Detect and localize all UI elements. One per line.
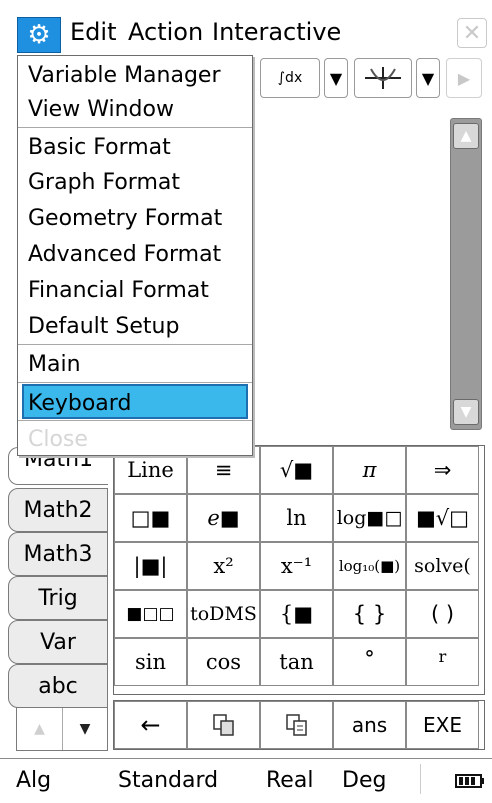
integral-dropdown-button[interactable]: ▼ bbox=[324, 58, 348, 98]
tab-label: Math2 bbox=[23, 497, 93, 523]
tab-math3[interactable]: Math3 bbox=[8, 532, 108, 576]
key-sqrt[interactable]: √■ bbox=[260, 446, 333, 494]
battery-icon bbox=[455, 773, 485, 789]
tab-label: Math3 bbox=[23, 541, 93, 567]
integral-button[interactable]: ∫dx bbox=[260, 58, 320, 98]
menu-separator bbox=[18, 420, 252, 421]
copy-glyph bbox=[212, 714, 234, 736]
toolbar: ∫dx ▼ ▼ ▶ bbox=[250, 58, 492, 108]
menu-item-keyboard[interactable]: Keyboard bbox=[22, 384, 248, 419]
menu-item-main[interactable]: Main bbox=[24, 347, 246, 382]
tab-label: Var bbox=[40, 629, 76, 655]
menu-edit[interactable]: Edit bbox=[70, 18, 116, 46]
bottom-key-row: ← ans EXE bbox=[113, 700, 485, 750]
status-mode[interactable]: Alg bbox=[16, 768, 51, 793]
key-dms[interactable]: ■□□ bbox=[114, 590, 187, 638]
vertical-scrollbar[interactable]: ▲ ▼ bbox=[450, 118, 482, 430]
tab-label: Trig bbox=[38, 585, 78, 611]
key-braces[interactable]: { } bbox=[333, 590, 406, 638]
key-reciprocal[interactable]: x⁻¹ bbox=[260, 542, 333, 590]
key-parens[interactable]: ( ) bbox=[406, 590, 479, 638]
tab-var[interactable]: Var bbox=[8, 620, 108, 664]
menu-bar: ⚙ Edit Action Interactive ✕ bbox=[0, 0, 492, 62]
menu-item-default-setup[interactable]: Default Setup bbox=[24, 309, 246, 344]
key-exe[interactable]: EXE bbox=[406, 701, 479, 749]
menu-item-close: Close bbox=[28, 427, 88, 452]
menu-separator bbox=[18, 382, 252, 383]
tab-label: abc bbox=[38, 673, 78, 699]
key-abs[interactable]: |■| bbox=[114, 542, 187, 590]
chevron-right-icon: ▶ bbox=[457, 68, 471, 88]
key-exp[interactable]: e■ bbox=[187, 494, 260, 542]
tab-abc[interactable]: abc bbox=[8, 664, 108, 708]
key-square[interactable]: x² bbox=[187, 542, 260, 590]
status-format[interactable]: Standard bbox=[118, 768, 218, 793]
menu-item-variable-manager[interactable]: Variable Manager bbox=[24, 58, 246, 93]
copy-icon[interactable] bbox=[187, 701, 260, 749]
chevron-up-icon[interactable]: ▲ bbox=[17, 708, 63, 750]
menu-item-basic-format[interactable]: Basic Format bbox=[24, 130, 246, 165]
key-grid: Line ≡ √■ π ⇒ □■ e■ ln log■□ ■√□ |■| x² … bbox=[113, 445, 485, 695]
key-log10[interactable]: log₁₀(■) bbox=[333, 542, 406, 590]
paste-glyph bbox=[285, 714, 307, 736]
menu-item-view-window[interactable]: View Window bbox=[24, 92, 246, 127]
key-nth-root[interactable]: ■√□ bbox=[406, 494, 479, 542]
menu-interactive[interactable]: Interactive bbox=[212, 18, 341, 46]
menu-item-financial-format[interactable]: Financial Format bbox=[24, 273, 246, 308]
status-number[interactable]: Real bbox=[266, 768, 313, 793]
graph-button[interactable] bbox=[354, 58, 412, 98]
key-radian[interactable]: r bbox=[406, 638, 479, 686]
paste-icon[interactable] bbox=[260, 701, 333, 749]
backspace-icon[interactable]: ← bbox=[114, 701, 187, 749]
key-pi[interactable]: π bbox=[333, 446, 406, 494]
key-todms[interactable]: toDMS bbox=[187, 590, 260, 638]
integral-icon: ∫dx bbox=[277, 70, 303, 86]
scroll-up-icon[interactable]: ▲ bbox=[453, 123, 479, 149]
tab-trig[interactable]: Trig bbox=[8, 576, 108, 620]
key-ans[interactable]: ans bbox=[333, 701, 406, 749]
chevron-down-icon: ▼ bbox=[329, 68, 343, 88]
key-sin[interactable]: sin bbox=[114, 638, 187, 686]
status-divider bbox=[420, 764, 421, 794]
key-ln[interactable]: ln bbox=[260, 494, 333, 542]
key-power[interactable]: □■ bbox=[114, 494, 187, 542]
menu-item-geometry-format[interactable]: Geometry Format bbox=[24, 201, 246, 236]
status-angle[interactable]: Deg bbox=[342, 768, 386, 793]
settings-dropdown-menu: Variable Manager View Window Basic Forma… bbox=[17, 55, 253, 456]
scroll-down-icon[interactable]: ▼ bbox=[453, 399, 479, 425]
key-piecewise[interactable]: {■ bbox=[260, 590, 333, 638]
close-icon[interactable]: ✕ bbox=[457, 18, 487, 48]
tab-math2[interactable]: Math2 bbox=[8, 488, 108, 532]
key-degree[interactable]: ° bbox=[333, 638, 406, 686]
toolbar-next-button[interactable]: ▶ bbox=[446, 58, 482, 98]
tab-scroll-control: ▲ ▼ bbox=[16, 707, 108, 751]
graph-dropdown-button[interactable]: ▼ bbox=[416, 58, 440, 98]
graph-icon bbox=[365, 67, 401, 89]
key-solve[interactable]: solve( bbox=[406, 542, 479, 590]
key-log-base[interactable]: log■□ bbox=[333, 494, 406, 542]
status-bar bbox=[0, 758, 492, 803]
key-cos[interactable]: cos bbox=[187, 638, 260, 686]
menu-item-advanced-format[interactable]: Advanced Format bbox=[24, 237, 246, 272]
menu-separator bbox=[18, 127, 252, 128]
gear-icon[interactable]: ⚙ bbox=[17, 17, 61, 53]
chevron-down-icon: ▼ bbox=[421, 68, 435, 88]
key-tan[interactable]: tan bbox=[260, 638, 333, 686]
menu-item-graph-format[interactable]: Graph Format bbox=[24, 165, 246, 200]
chevron-down-icon[interactable]: ▼ bbox=[63, 708, 107, 750]
key-implies[interactable]: ⇒ bbox=[406, 446, 479, 494]
menu-separator bbox=[18, 344, 252, 345]
menu-action[interactable]: Action bbox=[128, 18, 203, 46]
